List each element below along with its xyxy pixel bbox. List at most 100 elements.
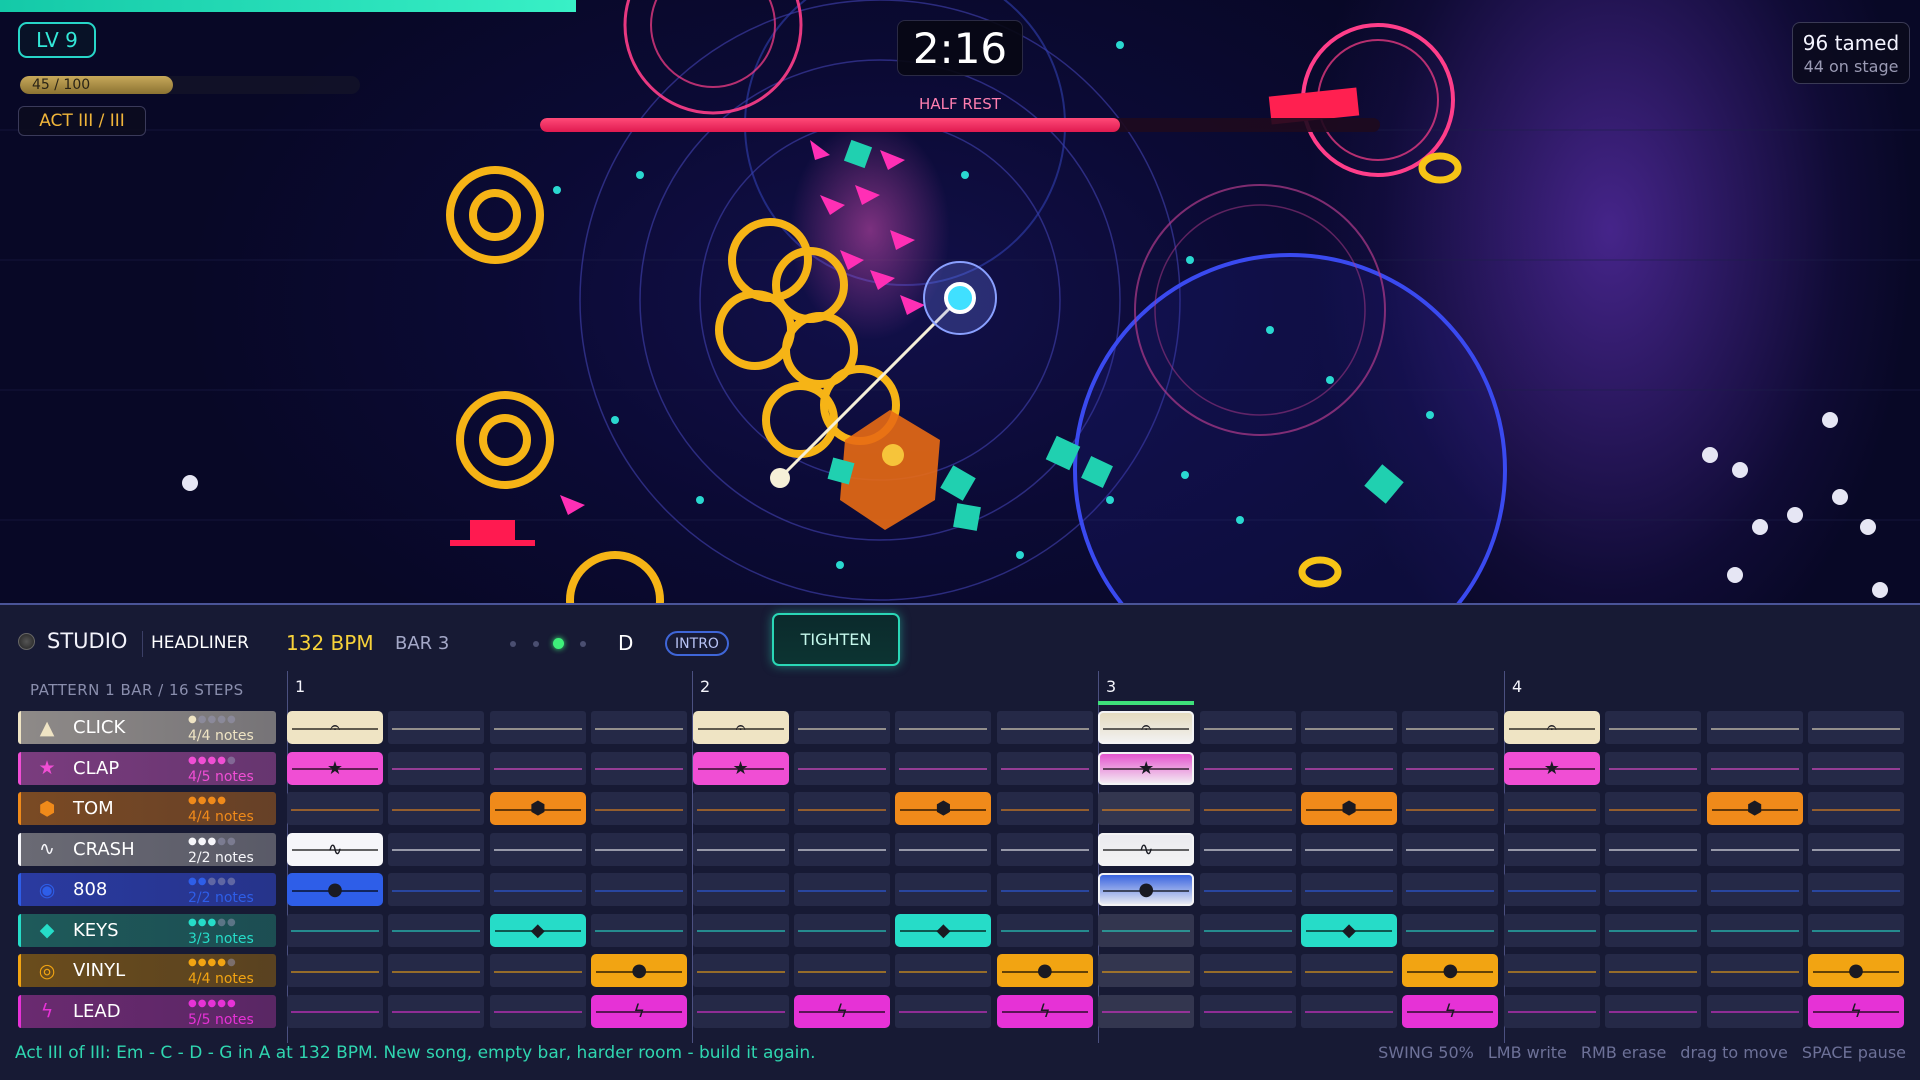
track-label-keys[interactable]: ◆ KEYS ●●●●● 3/3 notes (18, 913, 276, 947)
step-cell[interactable] (1199, 751, 1296, 785)
step-cell[interactable] (1098, 994, 1195, 1028)
step-cell[interactable] (1402, 711, 1499, 744)
step-cell[interactable] (388, 994, 485, 1028)
note-keys[interactable]: ◆ (1301, 913, 1397, 947)
step-cell[interactable] (1706, 832, 1803, 866)
track-label-vinyl[interactable]: ◎ VINYL ●●●●● 4/4 notes (18, 954, 276, 987)
step-cell[interactable] (692, 994, 789, 1028)
step-cell[interactable] (1503, 913, 1600, 947)
step-cell[interactable] (996, 873, 1093, 906)
note-crash[interactable]: ∿ (1098, 832, 1195, 866)
step-cell[interactable] (1199, 711, 1296, 744)
step-cell[interactable] (895, 751, 992, 785)
note-lead[interactable]: ϟ (794, 994, 890, 1028)
step-cell[interactable] (692, 832, 789, 866)
step-cell[interactable] (388, 913, 485, 947)
step-cell[interactable] (388, 873, 485, 906)
note-808[interactable]: ● (287, 873, 383, 906)
step-cell[interactable] (489, 954, 586, 987)
step-cell[interactable] (388, 792, 485, 825)
step-cell[interactable] (1301, 954, 1397, 987)
step-cell[interactable] (794, 792, 890, 825)
step-cell[interactable] (388, 711, 485, 744)
step-cell[interactable] (692, 873, 789, 906)
track-label-tom[interactable]: ⬢ TOM ●●●● 4/4 notes (18, 792, 276, 825)
note-tom[interactable]: ⬢ (895, 792, 992, 825)
step-cell[interactable] (1605, 954, 1702, 987)
step-cell[interactable] (489, 751, 586, 785)
step-cell[interactable] (287, 913, 383, 947)
note-vinyl[interactable]: ● (591, 954, 688, 987)
note-tom[interactable]: ⬢ (1706, 792, 1803, 825)
step-cell[interactable] (1402, 913, 1499, 947)
note-click[interactable]: 𝄐 (692, 711, 789, 744)
step-cell[interactable] (1301, 751, 1397, 785)
step-cell[interactable] (1402, 751, 1499, 785)
step-cell[interactable] (996, 751, 1093, 785)
note-click[interactable]: 𝄐 (1098, 711, 1195, 744)
step-cell[interactable] (1098, 792, 1195, 825)
note-click[interactable]: 𝄐 (287, 711, 383, 744)
step-cell[interactable] (1199, 954, 1296, 987)
game-arena[interactable]: LV 9 45 / 100 ACT III / III 2:16 HALF RE… (0, 0, 1920, 603)
step-cell[interactable] (1706, 751, 1803, 785)
note-clap[interactable]: ★ (1503, 751, 1600, 785)
note-tom[interactable]: ⬢ (1301, 792, 1397, 825)
step-cell[interactable] (287, 994, 383, 1028)
track-label-crash[interactable]: ∿ CRASH ●●●●● 2/2 notes (18, 832, 276, 866)
step-cell[interactable] (591, 832, 688, 866)
step-cell[interactable] (1706, 711, 1803, 744)
step-cell[interactable] (1605, 751, 1702, 785)
step-cell[interactable] (1605, 913, 1702, 947)
step-cell[interactable] (996, 913, 1093, 947)
step-cell[interactable] (794, 913, 890, 947)
step-cell[interactable] (388, 751, 485, 785)
note-vinyl[interactable]: ● (1808, 954, 1904, 987)
step-cell[interactable] (591, 711, 688, 744)
step-cell[interactable] (996, 792, 1093, 825)
step-cell[interactable] (591, 873, 688, 906)
step-cell[interactable] (591, 913, 688, 947)
step-cell[interactable] (1301, 832, 1397, 866)
track-label-lead[interactable]: ϟ LEAD ●●●●● 5/5 notes (18, 994, 276, 1028)
note-lead[interactable]: ϟ (1402, 994, 1499, 1028)
track-label-click[interactable]: ▲ CLICK ●●●●● 4/4 notes (18, 711, 276, 744)
note-808[interactable]: ● (1098, 873, 1195, 906)
step-cell[interactable] (1706, 994, 1803, 1028)
step-cell[interactable] (1706, 913, 1803, 947)
step-cell[interactable] (388, 832, 485, 866)
step-cell[interactable] (489, 832, 586, 866)
step-cell[interactable] (1503, 873, 1600, 906)
step-cell[interactable] (1402, 873, 1499, 906)
step-cell[interactable] (1301, 711, 1397, 744)
step-cell[interactable] (692, 954, 789, 987)
step-cell[interactable] (1503, 832, 1600, 866)
note-clap[interactable]: ★ (287, 751, 383, 785)
step-cell[interactable] (1301, 873, 1397, 906)
step-cell[interactable] (1503, 954, 1600, 987)
step-cell[interactable] (794, 832, 890, 866)
step-cell[interactable] (489, 873, 586, 906)
note-clap[interactable]: ★ (692, 751, 789, 785)
step-cell[interactable] (895, 832, 992, 866)
step-cell[interactable] (1199, 913, 1296, 947)
step-cell[interactable] (1199, 994, 1296, 1028)
step-cell[interactable] (794, 873, 890, 906)
step-cell[interactable] (1808, 751, 1904, 785)
note-vinyl[interactable]: ● (996, 954, 1093, 987)
step-cell[interactable] (794, 751, 890, 785)
step-cell[interactable] (1098, 954, 1195, 987)
step-cell[interactable] (1605, 832, 1702, 866)
step-cell[interactable] (996, 832, 1093, 866)
step-cell[interactable] (895, 711, 992, 744)
step-cell[interactable] (1199, 873, 1296, 906)
step-cell[interactable] (1503, 792, 1600, 825)
note-lead[interactable]: ϟ (996, 994, 1093, 1028)
note-lead[interactable]: ϟ (1808, 994, 1904, 1028)
step-cell[interactable] (1808, 913, 1904, 947)
step-cell[interactable] (996, 711, 1093, 744)
step-cell[interactable] (1199, 792, 1296, 825)
step-cell[interactable] (287, 954, 383, 987)
step-cell[interactable] (1706, 954, 1803, 987)
track-label-clap[interactable]: ★ CLAP ●●●●● 4/5 notes (18, 751, 276, 785)
